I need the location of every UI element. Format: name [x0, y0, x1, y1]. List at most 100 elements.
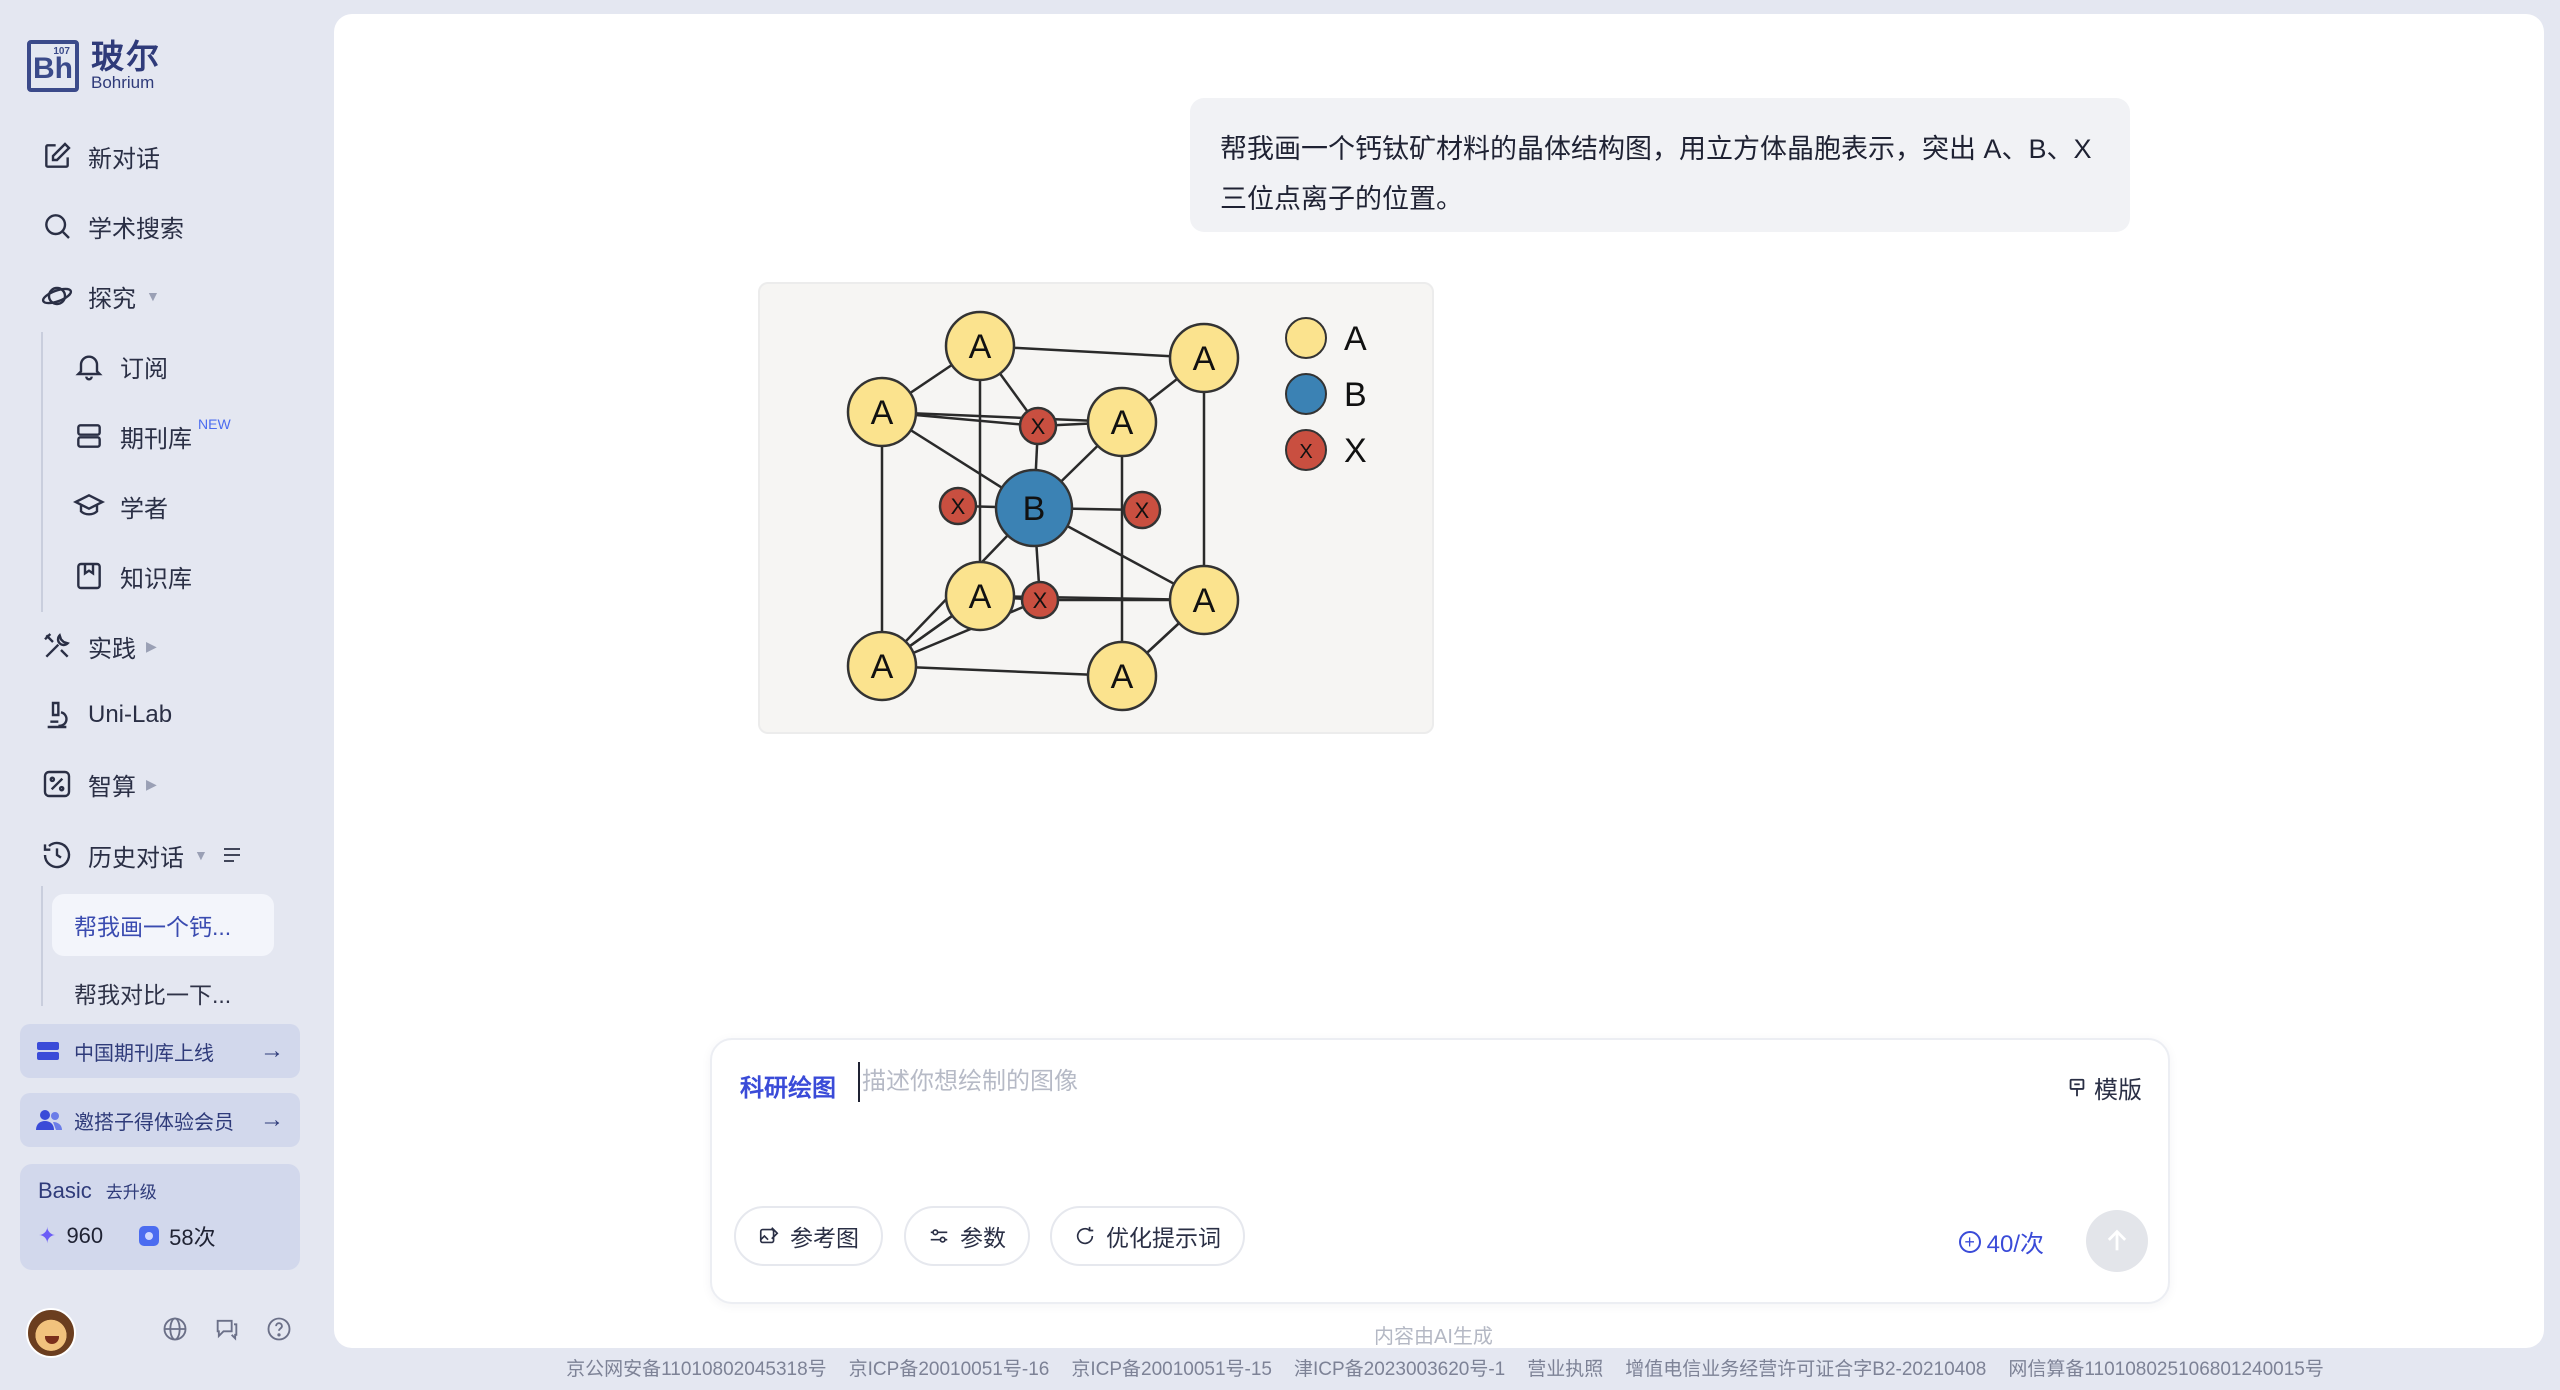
history-item[interactable]: 帮我画一个钙...: [52, 894, 274, 956]
a-site-atom-label: A: [871, 394, 894, 432]
history-item[interactable]: 帮我对比一下...: [52, 962, 274, 1024]
bond-line: [881, 410, 1123, 424]
a-site-atom-label: A: [969, 328, 992, 366]
template-label: 模版: [2094, 1077, 2142, 1104]
params-button[interactable]: 参数: [904, 1206, 1030, 1266]
nav-scholars[interactable]: 学者: [72, 481, 168, 531]
chevron-down-icon: ▼: [146, 288, 160, 304]
a-site-atom-label: A: [1193, 582, 1216, 620]
chevron-down-icon: ▼: [194, 847, 208, 863]
footer-link[interactable]: 津ICP备2023003620号-1: [1294, 1354, 1505, 1384]
mode-label[interactable]: 科研绘图: [740, 1068, 836, 1103]
promo-invite-member[interactable]: 邀搭子得体验会员 →: [20, 1093, 300, 1147]
legend-swatch: [1285, 373, 1327, 415]
database-icon: [36, 1040, 62, 1062]
plus-circle-icon: +: [1958, 1230, 1981, 1253]
send-button[interactable]: [2086, 1210, 2148, 1272]
a-site-atom-label: A: [871, 648, 894, 686]
graduation-cap-icon: [72, 489, 106, 523]
nav-knowledge-base[interactable]: 知识库: [72, 551, 192, 601]
x-site-atom-label: X: [1135, 498, 1150, 523]
nav-new-chat-label: 新对话: [88, 145, 160, 173]
sliders-icon: [930, 1229, 948, 1243]
nav-subscribe[interactable]: 订阅: [72, 341, 168, 391]
microscope-icon: [40, 698, 74, 732]
feedback-icon[interactable]: [212, 1314, 242, 1344]
nav-new-chat[interactable]: 新对话: [40, 131, 160, 181]
footer-link[interactable]: 营业执照: [1527, 1354, 1603, 1384]
search-icon: [40, 209, 74, 243]
params-label: 参数: [960, 1225, 1006, 1251]
nav-academic-search[interactable]: 学术搜索: [40, 201, 184, 251]
brand-name-cn: 玻尔: [91, 38, 161, 75]
a-site-atom-label: A: [969, 578, 992, 616]
template-button[interactable]: 模版: [2066, 1070, 2142, 1105]
logo-mark-number: 107: [53, 46, 70, 57]
brand-logo[interactable]: 107 Bh 玻尔 Bohrium: [27, 40, 161, 92]
nav-scholars-label: 学者: [120, 495, 168, 523]
optimize-prompt-button[interactable]: 优化提示词: [1050, 1206, 1245, 1266]
database-icon: [72, 419, 106, 453]
reference-image-label: 参考图: [790, 1225, 859, 1251]
footer-link[interactable]: 增值电信业务经营许可证合字B2-20210408: [1625, 1354, 1986, 1384]
cost-label: 40/次: [1986, 1231, 2044, 1258]
nav-unilab-label: Uni-Lab: [88, 701, 173, 728]
footer-link[interactable]: 京ICP备20010051号-16: [849, 1354, 1050, 1384]
x-site-atom-label: X: [1031, 414, 1046, 439]
globe-icon[interactable]: [160, 1314, 190, 1344]
new-badge: NEW: [198, 416, 231, 432]
list-icon[interactable]: [220, 843, 244, 867]
nav-history[interactable]: 历史对话 ▼: [40, 830, 244, 880]
footer-link[interactable]: 京公网安备11010802045318号: [566, 1354, 827, 1384]
main-panel: 帮我画一个钙钛矿材料的晶体结构图，用立方体晶胞表示，突出 A、B、X 三位点离子…: [334, 14, 2544, 1348]
logo-mark-text: Bh: [33, 52, 73, 85]
footer-link[interactable]: 京ICP备20010051号-15: [1071, 1354, 1272, 1384]
chevron-right-icon: ▶: [146, 637, 157, 654]
avatar[interactable]: [26, 1308, 76, 1358]
nav-explore[interactable]: 探究 ▼: [40, 271, 160, 321]
nav-history-label: 历史对话: [88, 844, 184, 872]
generated-figure[interactable]: XXXXBAAAAAAAAABXX: [758, 282, 1434, 734]
nav-practice-label: 实践: [88, 635, 136, 663]
help-icon[interactable]: [264, 1314, 294, 1344]
footer: 京公网安备11010802045318号 京ICP备20010051号-16 京…: [0, 1354, 2560, 1384]
cost-indicator: + 40/次: [1958, 1224, 2044, 1259]
legend-label: B: [1344, 376, 1367, 414]
ai-generated-note: 内容由AI生成: [1374, 1326, 1493, 1348]
refresh-sparkle-icon: [1076, 1226, 1094, 1245]
optimize-prompt-label: 优化提示词: [1106, 1225, 1221, 1251]
coin-icon: [139, 1226, 160, 1246]
x-site-atom-label: X: [1033, 588, 1048, 613]
nav-unilab[interactable]: Uni-Lab: [40, 690, 172, 740]
x-site-atom-label: X: [951, 494, 966, 519]
prompt-input[interactable]: [858, 1062, 1858, 1102]
edit-icon: [40, 139, 74, 173]
footer-link[interactable]: 网信算备110108025106801240015号: [2008, 1354, 2324, 1384]
logo-mark: 107 Bh: [27, 40, 79, 92]
tree-connector: [41, 332, 43, 612]
reference-image-button[interactable]: 参考图: [734, 1206, 883, 1266]
nav-journals[interactable]: 期刊库 NEW: [72, 411, 231, 461]
crystal-structure-diagram: XX XXBA AA AA AA AABX X: [846, 310, 1367, 712]
user-message-bubble: 帮我画一个钙钛矿材料的晶体结构图，用立方体晶胞表示，突出 A、B、X 三位点离子…: [1190, 98, 2130, 232]
nav-compute-label: 智算: [88, 773, 136, 801]
uses-value: 58次: [169, 1225, 216, 1250]
promo-journal-launch[interactable]: 中国期刊库上线 →: [20, 1024, 300, 1078]
book-icon: [72, 559, 106, 593]
tree-connector: [41, 886, 43, 1006]
percent-square-icon: [40, 767, 74, 801]
history-item-label: 帮我对比一下...: [74, 982, 232, 1008]
plan-card: Basic 去升级 ✦ 960 58次: [20, 1164, 300, 1270]
legend-swatch: [1285, 317, 1327, 359]
upgrade-link[interactable]: 去升级: [106, 1178, 157, 1203]
legend-label: A: [1344, 320, 1367, 358]
nav-compute[interactable]: 智算 ▶: [40, 759, 157, 809]
nav-practice[interactable]: 实践 ▶: [40, 621, 157, 671]
a-site-atom-label: A: [1193, 340, 1216, 378]
nav-journals-label: 期刊库: [120, 425, 192, 453]
users-icon: [36, 1109, 62, 1131]
a-site-atom-label: A: [1111, 404, 1134, 442]
promo-label: 邀搭子得体验会员: [74, 1111, 234, 1134]
template-icon: [2069, 1078, 2085, 1096]
user-message-text: 帮我画一个钙钛矿材料的晶体结构图，用立方体晶胞表示，突出 A、B、X 三位点离子…: [1220, 134, 2092, 214]
